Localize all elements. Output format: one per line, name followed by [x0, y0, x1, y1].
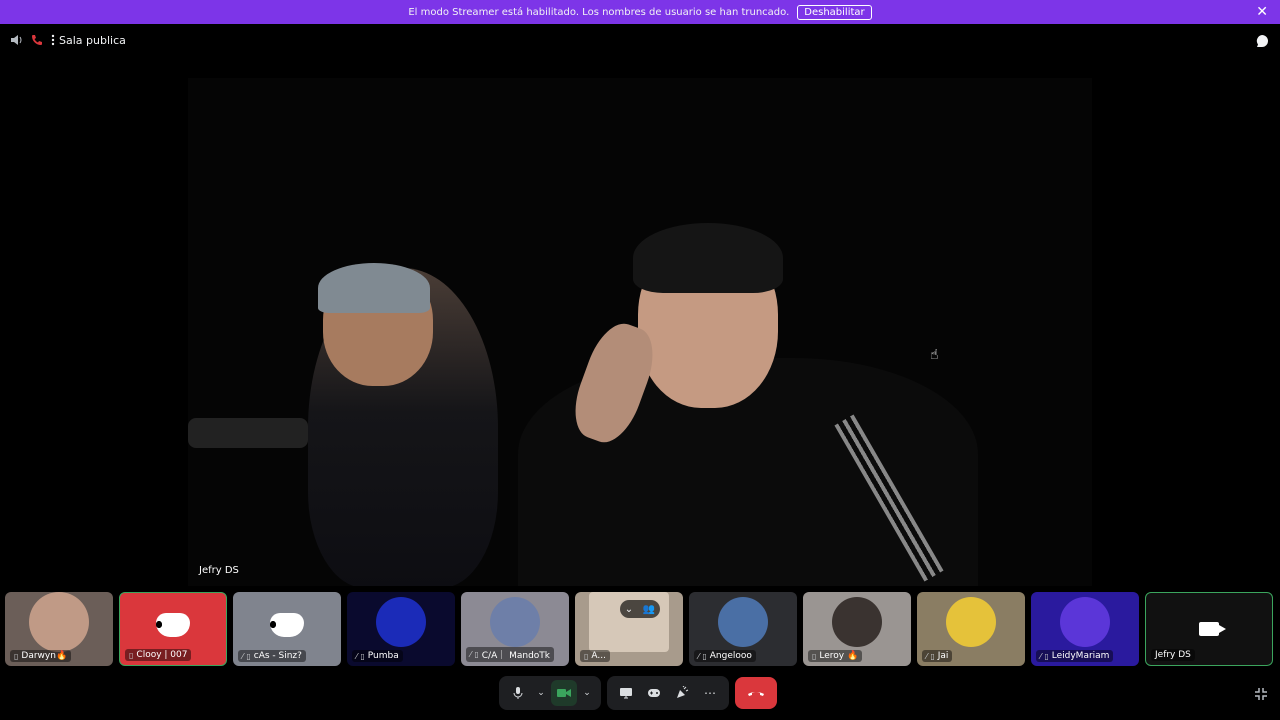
- participant-tile[interactable]: ⁄ ▯ Jai: [917, 592, 1025, 666]
- phone-icon: ▯: [360, 651, 365, 661]
- phone-icon: ▯: [930, 651, 935, 661]
- phone-icon: ▯: [1044, 651, 1049, 661]
- participant-name: Pumba: [367, 651, 399, 661]
- exit-fullscreen-icon[interactable]: [1254, 686, 1268, 700]
- participant-tile[interactable]: ⁄ ▯ Pumba: [347, 592, 455, 666]
- participant-name: C/A｜ MandoTk: [481, 651, 550, 661]
- phone-icon: ▯: [246, 651, 251, 661]
- participant-tile[interactable]: ▯ Clooy | 007: [119, 592, 227, 666]
- tile-overlay-controls: ⌄ 👥: [620, 600, 660, 618]
- participant-name: Clooy | 007: [136, 650, 188, 660]
- phone-icon: ▯: [129, 650, 134, 660]
- participant-name: Angelooo: [709, 651, 752, 661]
- self-tile[interactable]: Jefry DS: [1145, 592, 1273, 666]
- disconnect-button[interactable]: [735, 677, 777, 709]
- microphone-button[interactable]: [505, 680, 531, 706]
- person-left-cap: [318, 263, 430, 313]
- phone-icon: ▯: [702, 651, 707, 661]
- discord-logo-icon: [270, 613, 304, 638]
- participant-tile[interactable]: ⁄ ▯ C/A｜ MandoTk: [461, 592, 569, 666]
- chevron-down-icon[interactable]: ⌄: [579, 680, 595, 706]
- participant-name: LeidyMariam: [1051, 651, 1110, 661]
- mic-muted-icon: ⁄: [926, 651, 928, 661]
- phone-icon: ▯: [474, 650, 479, 659]
- call-controls: ⌄ ⌄ ⋯: [499, 676, 777, 710]
- phone-icon: [30, 33, 44, 47]
- disable-streamer-button[interactable]: Deshabilitar: [797, 4, 872, 20]
- participant-avatar: [376, 596, 426, 647]
- participant-avatar: [718, 596, 768, 647]
- call-header: Sala publica: [0, 24, 1280, 56]
- speaker-icon[interactable]: [10, 33, 24, 47]
- participant-name: Jefry DS: [1155, 650, 1191, 660]
- participant-tile[interactable]: ▯ Darwyn🔥: [5, 592, 113, 666]
- phone-icon: ▯: [584, 651, 589, 661]
- discord-logo-icon: [156, 613, 190, 638]
- more-options-icon[interactable]: ⋯: [697, 680, 723, 706]
- screen-share-icon[interactable]: [613, 680, 639, 706]
- person-right-hair: [633, 223, 783, 293]
- participant-name: Jai: [937, 651, 949, 661]
- participant-name: Darwyn🔥: [21, 651, 68, 661]
- camera-icon: [1199, 622, 1226, 636]
- phone-icon: ▯: [812, 651, 817, 661]
- mic-muted-icon: ⁄: [698, 651, 700, 661]
- microphone-prop: [188, 418, 308, 448]
- participant-avatar: [832, 596, 882, 647]
- soundboard-icon[interactable]: [669, 680, 695, 706]
- chevron-down-icon[interactable]: ⌄: [625, 604, 633, 615]
- participant-tile[interactable]: ▯ Leroy 🔥: [803, 592, 911, 666]
- camera-button[interactable]: [551, 680, 577, 706]
- participant-avatar: [1060, 596, 1110, 647]
- participant-tile[interactable]: ⁄ ▯ Angelooo: [689, 592, 797, 666]
- participant-name: Leroy 🔥: [819, 651, 859, 661]
- mic-muted-icon: ⁄: [470, 650, 472, 659]
- mic-muted-icon: ⁄: [242, 651, 244, 661]
- streamer-mode-banner: El modo Streamer está habilitado. Los no…: [0, 0, 1280, 24]
- participant-video: [29, 592, 89, 652]
- participant-avatar: [946, 596, 996, 647]
- mic-muted-icon: ⁄: [1040, 651, 1042, 661]
- participant-tile[interactable]: ⁄ ▯ cAs - Sinz?: [233, 592, 341, 666]
- chevron-down-icon[interactable]: ⌄: [533, 680, 549, 706]
- mic-control-group: ⌄ ⌄: [499, 676, 601, 710]
- more-vertical-icon[interactable]: [50, 33, 56, 47]
- main-video-stream[interactable]: [188, 78, 1092, 586]
- channel-name: Sala publica: [59, 33, 126, 47]
- mic-muted-icon: ⁄: [356, 651, 358, 661]
- gamepad-icon[interactable]: [641, 680, 667, 706]
- participant-tile[interactable]: ⁄ ▯ LeidyMariam: [1031, 592, 1139, 666]
- chat-icon[interactable]: [1254, 33, 1270, 49]
- stream-owner-label: Jefry DS: [199, 565, 239, 576]
- participant-name: A...: [591, 651, 606, 661]
- banner-message: El modo Streamer está habilitado. Los no…: [408, 6, 790, 18]
- close-icon[interactable]: ✕: [1256, 4, 1268, 20]
- phone-icon: ▯: [14, 651, 19, 661]
- participant-avatar: [490, 596, 540, 647]
- users-icon[interactable]: 👥: [643, 604, 655, 615]
- participant-name: cAs - Sinz?: [253, 651, 302, 661]
- activity-control-group: ⋯: [607, 676, 729, 710]
- hand-cursor-icon: ☝: [930, 347, 939, 363]
